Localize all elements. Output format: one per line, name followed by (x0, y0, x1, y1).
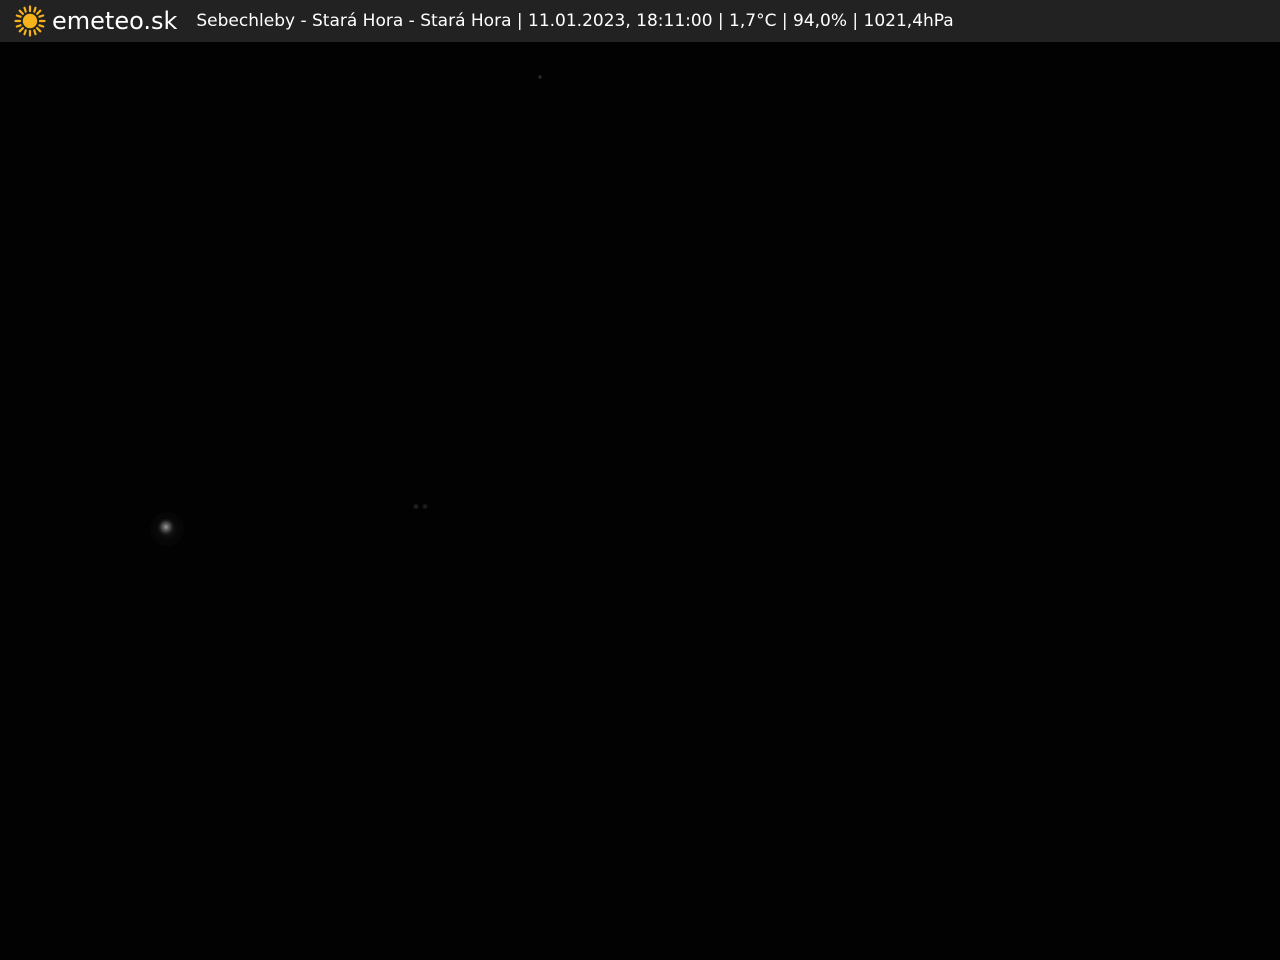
station-info-caption: Sebechleby - Stará Hora - Stará Hora | 1… (196, 11, 954, 31)
faint-light (413, 504, 419, 509)
webcam-image (0, 42, 1280, 960)
distant-light (158, 519, 174, 535)
webcam-frame: emeteo.sk Sebechleby - Stará Hora - Star… (0, 0, 1280, 960)
header-bar: emeteo.sk Sebechleby - Stará Hora - Star… (0, 0, 1280, 42)
sun-icon (14, 5, 46, 37)
faint-light (538, 75, 542, 79)
faint-light (422, 504, 428, 509)
site-logo-text[interactable]: emeteo.sk (52, 7, 177, 35)
